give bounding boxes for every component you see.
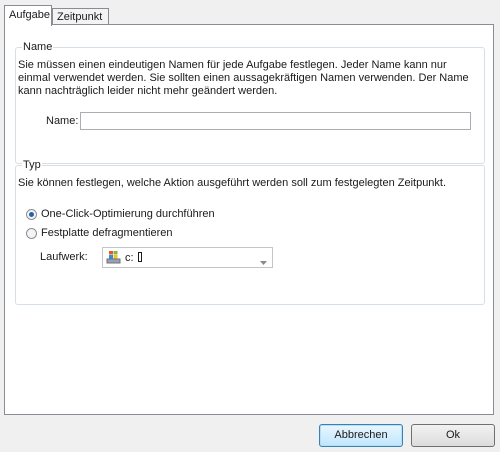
radio-defrag-label: Festplatte defragmentieren [41,227,173,239]
tab-aufgabe[interactable]: Aufgabe [4,5,52,26]
cancel-button[interactable]: Abbrechen [319,424,403,447]
drive-value: c: [125,251,142,265]
drive-label: Laufwerk: [40,251,88,263]
tab-zeitpunkt[interactable]: Zeitpunkt [52,8,109,25]
typ-group-title: Typ [22,158,42,172]
radio-button-checked[interactable] [26,208,37,220]
name-label: Name: [46,115,79,127]
tab-panel: Name Sie müssen einen eindeutigen Namen … [4,24,494,415]
name-group-title: Name [22,40,54,54]
chevron-down-icon[interactable] [260,256,267,268]
radio-defrag[interactable]: Festplatte defragmentieren [26,226,172,240]
radio-one-click[interactable]: One-Click-Optimierung durchführen [26,207,215,221]
drive-value-text: c: [125,252,134,264]
name-description: Sie müssen einen eindeutigen Namen für j… [18,59,469,97]
radio-one-click-label: One-Click-Optimierung durchführen [41,208,215,220]
ok-button[interactable]: Ok [411,424,495,447]
name-group: Name Sie müssen einen eindeutigen Namen … [15,40,485,164]
drive-select[interactable]: c: [102,247,273,268]
text-cursor-icon [137,252,142,262]
radio-button-unchecked[interactable] [26,227,37,239]
typ-description: Sie können festlegen, welche Aktion ausg… [18,177,447,189]
windows-drive-icon [106,250,121,267]
typ-group: Typ Sie können festlegen, welche Aktion … [15,158,485,305]
name-input[interactable] [80,112,471,130]
